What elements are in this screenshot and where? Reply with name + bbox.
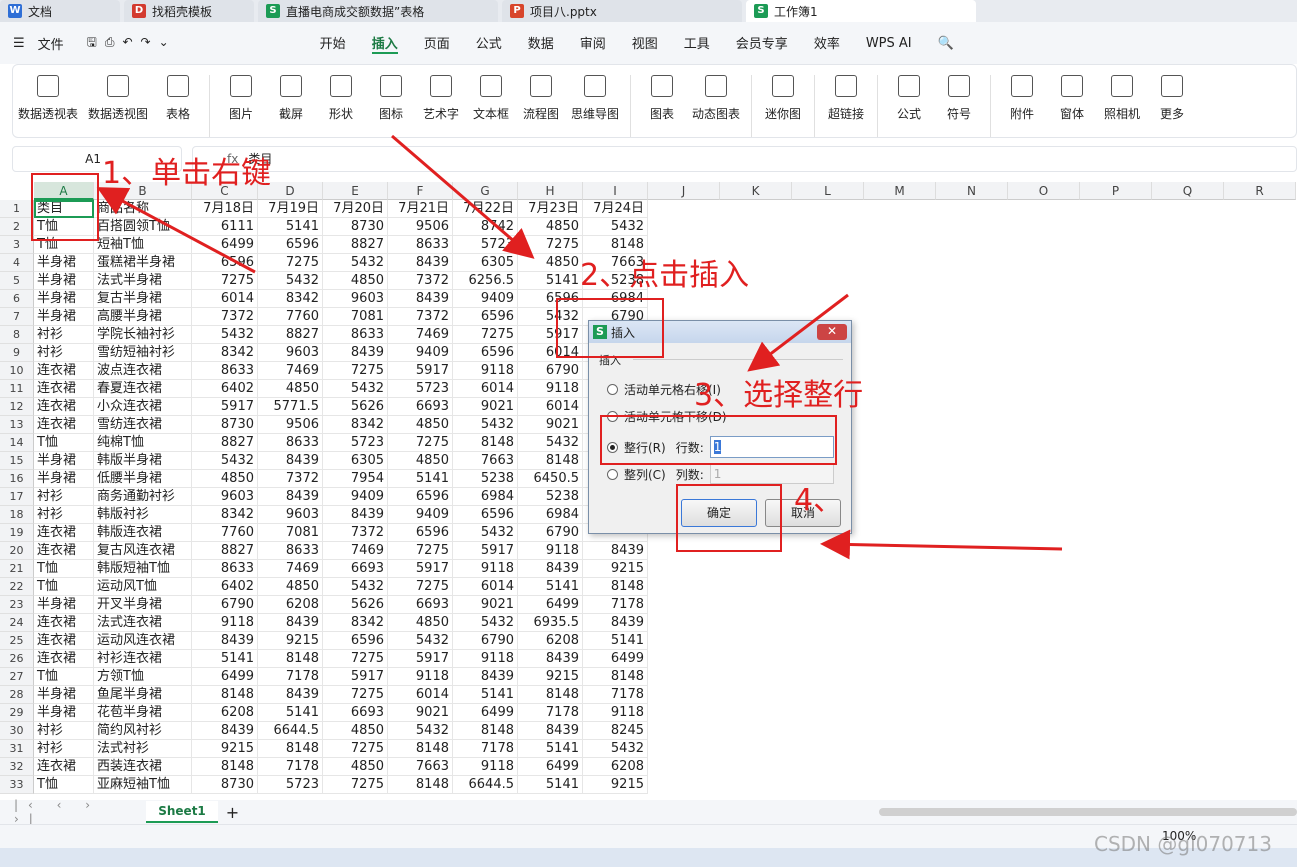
arrow-step2	[391, 134, 535, 259]
watermark: CSDN @gl070713	[1094, 832, 1272, 856]
arrow-step4	[820, 529, 1063, 560]
arrow-step1	[96, 187, 256, 274]
arrow-step3	[747, 293, 849, 372]
annotation-arrows	[96, 134, 1063, 560]
